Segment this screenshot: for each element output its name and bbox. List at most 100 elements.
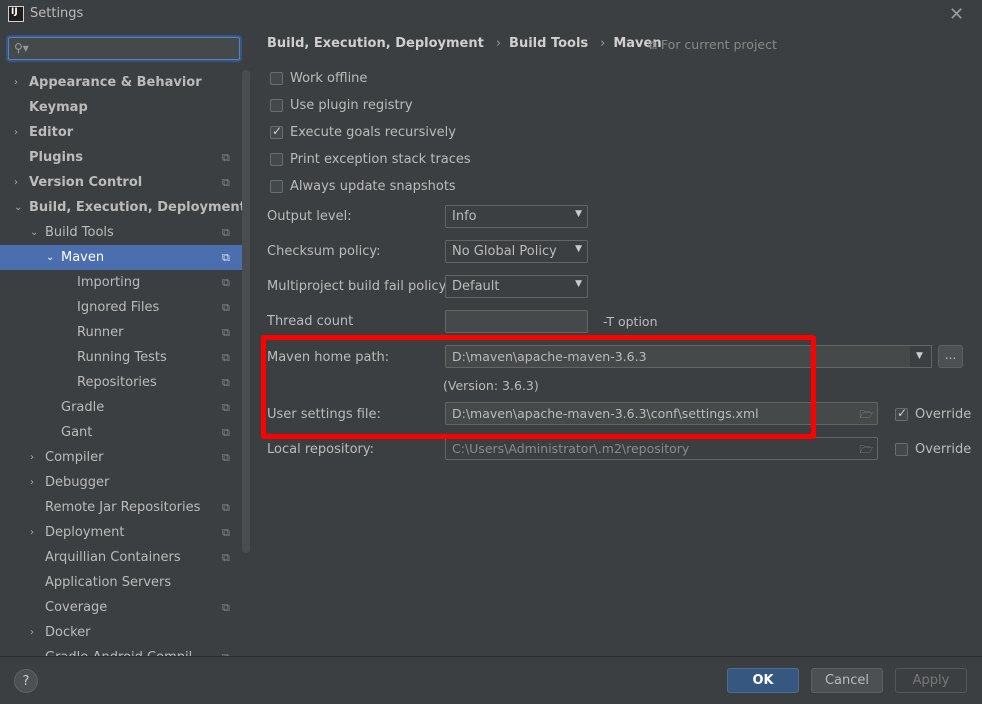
fail-policy-label: Multiproject build fail policy: xyxy=(267,279,450,294)
sidebar-item-running-tests[interactable]: Running Tests ⧉ xyxy=(0,345,242,370)
checkbox-box[interactable] xyxy=(895,442,908,456)
project-scope-icon: ⧉ xyxy=(222,526,230,539)
sidebar-item-label: Version Control xyxy=(29,175,143,190)
sidebar-item-label: Build, Execution, Deployment xyxy=(29,200,246,215)
chevron-down-icon[interactable]: ⌄ xyxy=(30,220,38,245)
sidebar-item-build-execution-deployment[interactable]: ⌄ Build, Execution, Deployment xyxy=(0,195,246,220)
breadcrumb-item[interactable]: Build Tools xyxy=(509,36,588,51)
sidebar-item-gradle[interactable]: Gradle ⧉ xyxy=(0,395,242,420)
sidebar-item-label: Editor xyxy=(29,125,74,140)
sidebar-item-deployment[interactable]: › Deployment ⧉ xyxy=(0,520,242,545)
project-scope-icon: ⧉ xyxy=(222,351,230,364)
chevron-right-icon[interactable]: › xyxy=(30,620,34,645)
checkbox-box[interactable] xyxy=(270,179,283,193)
cancel-button[interactable]: Cancel xyxy=(811,668,883,693)
project-scope-icon: ⧉ xyxy=(222,645,230,656)
sidebar-item-version-control[interactable]: › Version Control ⧉ xyxy=(0,170,242,195)
highlight-annotation xyxy=(261,335,816,439)
execute-goals-recursively-checkbox[interactable]: Execute goals recursively xyxy=(270,122,456,142)
sidebar-item-keymap[interactable]: Keymap xyxy=(0,95,242,120)
print-exception-stack-traces-checkbox[interactable]: Print exception stack traces xyxy=(270,149,471,169)
local-repository-input[interactable]: C:\Users\Administrator\.m2\repository 🗁 xyxy=(445,437,878,460)
for-project-label: For current project xyxy=(660,37,777,52)
sidebar-item-label: Importing xyxy=(77,275,141,290)
sidebar-item-label: Keymap xyxy=(29,100,88,115)
checkbox-box[interactable] xyxy=(895,406,908,421)
sidebar-item-gradle-android-compil[interactable]: Gradle-Android Compil... ⧉ xyxy=(0,645,242,656)
sidebar-item-label: Debugger xyxy=(45,475,110,490)
maven-home-dropdown-button[interactable]: ▼ xyxy=(910,345,932,368)
ok-button[interactable]: OK xyxy=(727,668,799,693)
sidebar-item-coverage[interactable]: Coverage ⧉ xyxy=(0,595,242,620)
use-plugin-registry-checkbox[interactable]: Use plugin registry xyxy=(270,95,413,115)
sidebar-item-compiler[interactable]: › Compiler ⧉ xyxy=(0,445,242,470)
sidebar-item-maven[interactable]: ⌄ Maven ⧉ xyxy=(0,245,242,270)
sidebar-item-label: Running Tests xyxy=(77,350,167,365)
fail-policy-select[interactable]: Default ▼ xyxy=(445,275,588,298)
sidebar-item-label: Plugins xyxy=(29,150,83,165)
checkbox-box[interactable] xyxy=(270,98,283,112)
checksum-policy-label: Checksum policy: xyxy=(267,244,381,259)
checkbox-box[interactable] xyxy=(270,152,283,166)
maven-home-browse-button[interactable]: ... xyxy=(938,345,963,368)
output-level-value: Info xyxy=(452,209,477,224)
work-offline-checkbox[interactable]: Work offline xyxy=(270,68,367,88)
chevron-right-icon[interactable]: › xyxy=(14,70,18,95)
always-update-snapshots-checkbox[interactable]: Always update snapshots xyxy=(270,176,456,196)
chevron-right-icon[interactable]: › xyxy=(30,470,34,495)
project-scope-icon: ⧉ xyxy=(222,601,230,614)
folder-icon[interactable]: 🗁 xyxy=(859,406,873,425)
window-title: Settings xyxy=(30,6,84,21)
breadcrumb-item[interactable]: Build, Execution, Deployment xyxy=(267,36,484,51)
apply-button[interactable]: Apply xyxy=(895,668,967,693)
chevron-right-icon[interactable]: › xyxy=(30,520,34,545)
thread-count-input[interactable] xyxy=(445,310,588,333)
close-icon[interactable]: ✕ xyxy=(949,4,964,25)
local-repository-value: C:\Users\Administrator\.m2\repository xyxy=(452,441,690,456)
sidebar-item-debugger[interactable]: › Debugger xyxy=(0,470,242,495)
sidebar-item-importing[interactable]: Importing ⧉ xyxy=(0,270,242,295)
checkbox-label: Use plugin registry xyxy=(290,97,413,113)
fail-policy-value: Default xyxy=(452,279,500,294)
output-level-select[interactable]: Info ▼ xyxy=(445,205,588,228)
sidebar-item-editor[interactable]: › Editor xyxy=(0,120,242,145)
intellij-logo-icon: IJ xyxy=(8,6,24,22)
sidebar-item-label: Ignored Files xyxy=(77,300,160,315)
sidebar-item-appearance-behavior[interactable]: › Appearance & Behavior xyxy=(0,70,242,95)
sidebar-item-application-servers[interactable]: Application Servers xyxy=(0,570,242,595)
chevron-down-icon[interactable]: ⌄ xyxy=(14,195,22,220)
sidebar-item-build-tools[interactable]: ⌄ Build Tools ⧉ xyxy=(0,220,242,245)
sidebar-scrollbar[interactable] xyxy=(242,70,250,553)
sidebar-item-label: Compiler xyxy=(45,450,104,465)
settings-sidebar: ⚲▾ › Appearance & Behavior Keymap › Editor Pl… xyxy=(0,29,250,656)
checksum-policy-value: No Global Policy xyxy=(452,244,557,259)
sidebar-item-docker[interactable]: › Docker xyxy=(0,620,242,645)
sidebar-item-label: Deployment xyxy=(45,525,125,540)
chevron-right-icon[interactable]: › xyxy=(14,170,18,195)
checkbox-label: Always update snapshots xyxy=(290,178,456,194)
chevron-down-icon: ▼ xyxy=(575,279,582,289)
sidebar-item-remote-jar-repositories[interactable]: Remote Jar Repositories ⧉ xyxy=(0,495,242,520)
breadcrumb: Build, Execution, Deployment › Build Tools… xyxy=(267,36,666,51)
thread-count-label: Thread count xyxy=(267,314,354,329)
folder-icon[interactable]: 🗁 xyxy=(859,441,873,460)
sidebar-item-ignored-files[interactable]: Ignored Files ⧉ xyxy=(0,295,242,320)
local-repository-override-checkbox[interactable]: Override xyxy=(895,439,971,459)
sidebar-item-repositories[interactable]: Repositories ⧉ xyxy=(0,370,242,395)
sidebar-item-plugins[interactable]: Plugins ⧉ xyxy=(0,145,242,170)
checksum-policy-select[interactable]: No Global Policy ▼ xyxy=(445,240,588,263)
user-settings-override-checkbox[interactable]: Override xyxy=(895,404,971,424)
sidebar-item-gant[interactable]: Gant ⧉ xyxy=(0,420,242,445)
sidebar-item-arquillian-containers[interactable]: Arquillian Containers ⧉ xyxy=(0,545,242,570)
chevron-right-icon[interactable]: › xyxy=(30,445,34,470)
help-button[interactable]: ? xyxy=(14,669,38,693)
checkbox-box[interactable] xyxy=(270,71,283,85)
search-input[interactable]: ⚲▾ xyxy=(8,37,240,60)
checkbox-box[interactable] xyxy=(270,124,283,139)
sidebar-item-label: Application Servers xyxy=(45,575,172,590)
chevron-down-icon[interactable]: ⌄ xyxy=(46,245,54,270)
sidebar-item-runner[interactable]: Runner ⧉ xyxy=(0,320,242,345)
title-bar: IJ Settings ✕ xyxy=(0,0,982,29)
chevron-right-icon[interactable]: › xyxy=(14,120,18,145)
sidebar-item-label: Repositories xyxy=(77,375,157,390)
